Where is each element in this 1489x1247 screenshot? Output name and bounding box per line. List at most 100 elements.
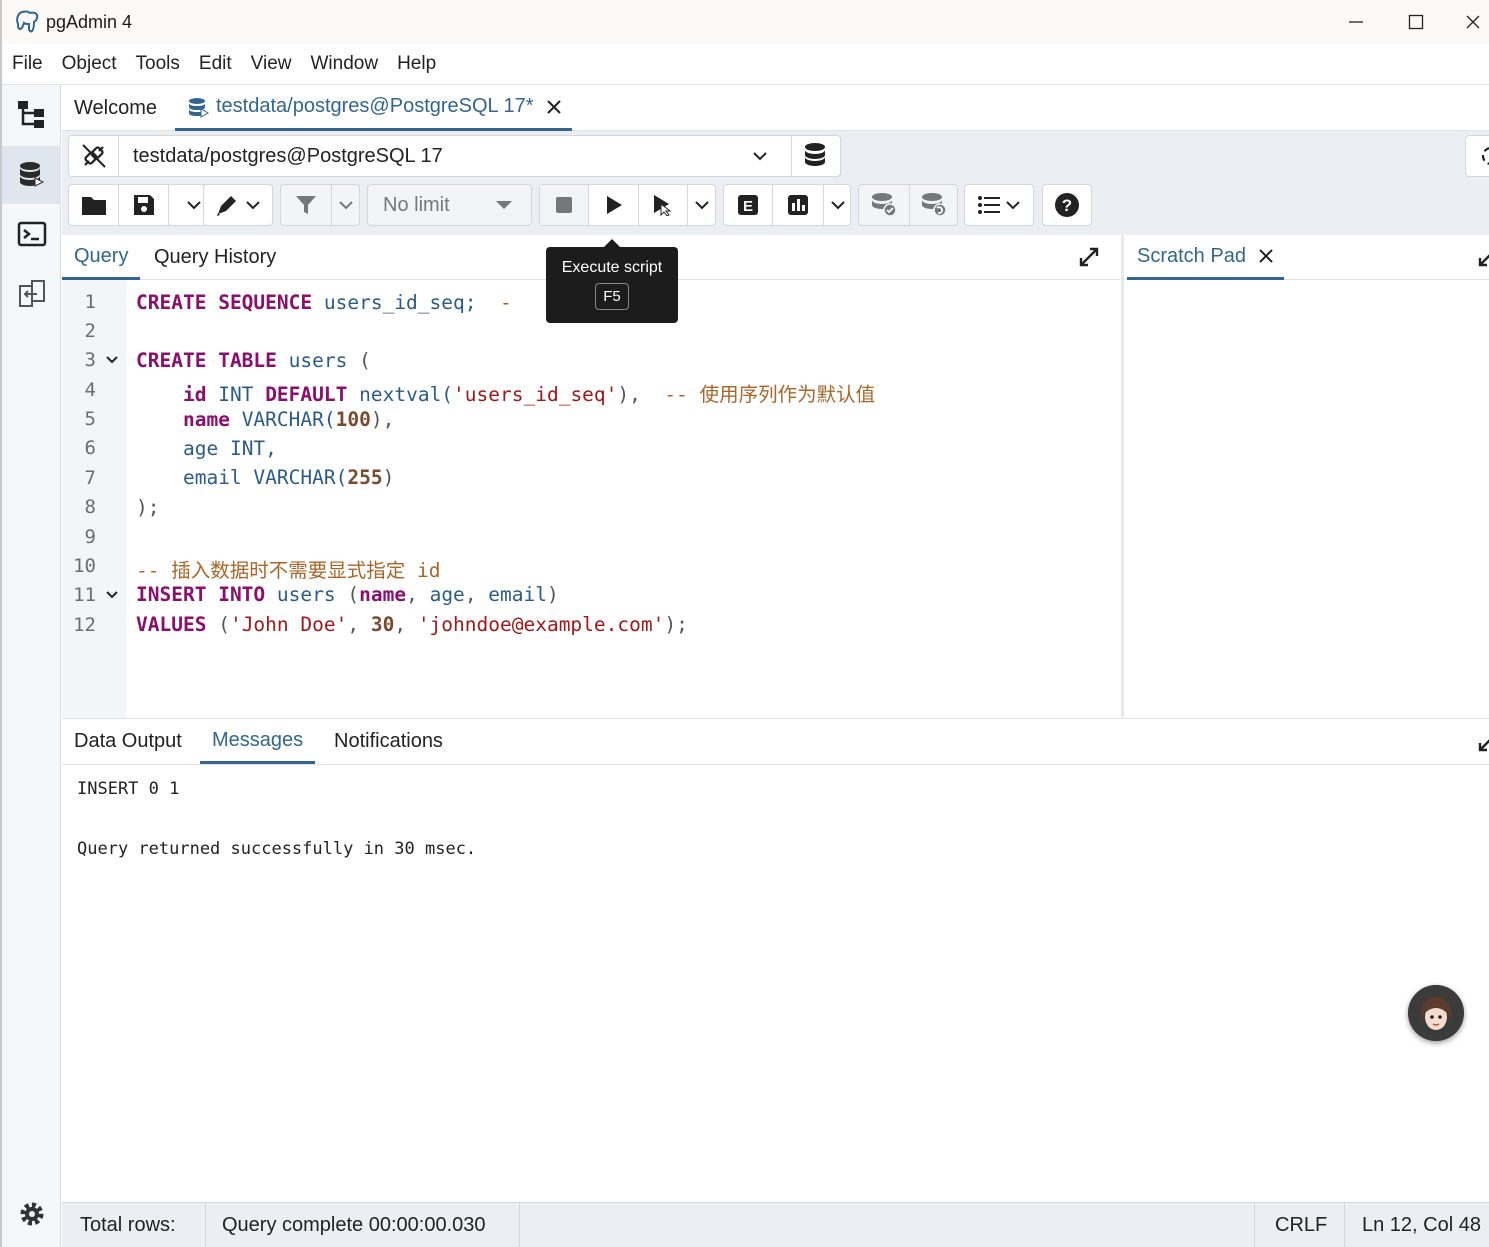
filter-dropdown[interactable] [332,185,360,225]
explain-group: E [723,184,851,226]
title-bar: pgAdmin 4 [2,0,1489,44]
line-number: 11 [73,584,96,606]
rollback-icon [922,193,947,217]
explain-button[interactable]: E [724,185,772,225]
menu-help[interactable]: Help [397,53,436,75]
line-number: 3 [84,349,96,371]
tab-data-output[interactable]: Data Output [62,719,194,764]
query-toolbar: testdata/postgres@PostgreSQL 17 No limit… [62,131,1489,235]
refresh-button[interactable] [1465,135,1489,177]
minimize-button[interactable] [1326,0,1386,44]
stop-button[interactable] [540,185,588,225]
save-icon [133,195,154,215]
line-number: 5 [84,408,96,430]
psql-tool-button[interactable] [2,205,61,263]
object-explorer-button[interactable] [2,85,61,143]
menu-file[interactable]: File [12,53,43,75]
tab-notifications[interactable]: Notifications [322,719,455,764]
execute-group [539,184,716,226]
assistant-avatar[interactable] [1408,985,1464,1041]
chevron-down-icon [339,201,353,210]
file-group [68,184,219,226]
commit-icon [872,193,897,217]
tab-messages[interactable]: Messages [200,719,316,764]
code-line-11: INSERT INTO users (name, age, email) [136,583,559,606]
close-icon[interactable] [1258,248,1274,264]
message-result: INSERT 0 1 [77,779,180,799]
chevron-down-icon [1006,201,1020,210]
filter-group [280,184,360,226]
tab-welcome[interactable]: Welcome [74,85,157,131]
line-number: 1 [84,291,96,313]
expand-icon[interactable] [1477,246,1489,268]
query-tool-nav-button[interactable] [2,146,61,204]
scratch-pad-panel: Scratch Pad [1127,235,1489,718]
explain-options-dropdown[interactable] [824,185,851,225]
scratch-tabs: Scratch Pad [1127,235,1489,280]
chart-bar-icon [788,195,808,215]
tab-query-tool[interactable]: testdata/postgres@PostgreSQL 17* [175,85,572,131]
open-file-button[interactable] [69,185,118,225]
format-dropdown[interactable] [964,184,1034,226]
menu-object[interactable]: Object [62,53,117,75]
scratch-pad-textarea[interactable] [1127,281,1489,718]
database-icon [19,162,44,187]
connection-selected: testdata/postgres@PostgreSQL 17 [133,144,443,167]
settings-button[interactable] [2,1185,61,1243]
connection-selector[interactable]: testdata/postgres@PostgreSQL 17 [68,135,841,177]
close-tab-icon[interactable] [546,99,562,115]
code-line-12: VALUES ('John Doe', 30, 'johndoe@example… [136,613,688,636]
chevron-down-icon [246,201,260,210]
filter-button[interactable] [281,185,331,225]
play-icon [606,196,622,214]
left-sidebar [2,85,61,1247]
fold-chevron-icon[interactable] [105,352,119,368]
expand-icon[interactable] [1078,246,1100,268]
limit-select[interactable]: No limit [367,184,532,226]
menu-window[interactable]: Window [311,53,379,75]
execute-options-dropdown[interactable] [688,185,716,225]
commit-button[interactable] [859,185,909,225]
code-line-3: CREATE TABLE users ( [136,349,371,372]
tab-query-label: Query [74,244,129,267]
execute-query-button[interactable] [639,185,687,225]
menu-edit[interactable]: Edit [199,53,232,75]
expand-icon[interactable] [1477,731,1489,753]
main-area: Welcome testdata/postgres@PostgreSQL 17* [62,85,1489,1247]
close-window-button[interactable] [1454,0,1489,44]
chevron-down-icon [830,201,845,210]
help-button[interactable]: ? [1042,184,1092,226]
code-line-4: id INT DEFAULT nextval('users_id_seq'), … [182,383,876,406]
schema-diff-button[interactable] [2,265,61,323]
line-number: 2 [84,320,96,342]
rollback-button[interactable] [910,185,958,225]
limit-value: No limit [383,193,450,216]
code-line-8: ); [136,496,160,519]
line-number: 4 [84,379,96,401]
tab-query-history[interactable]: Query History [142,235,288,280]
menu-view[interactable]: View [251,53,292,75]
line-number: 6 [84,437,96,459]
edit-dropdown[interactable] [203,184,273,226]
total-rows: Total rows: [80,1213,176,1236]
menu-tools[interactable]: Tools [136,53,180,75]
tab-scratch-pad[interactable]: Scratch Pad [1127,235,1284,280]
maximize-button[interactable] [1386,0,1446,44]
chevron-down-icon [695,201,709,210]
fold-chevron-icon[interactable] [105,587,119,603]
caret-down-icon [496,201,512,209]
execute-script-button[interactable] [589,185,638,225]
scratch-pad-label: Scratch Pad [1137,244,1246,267]
explain-analyze-button[interactable] [773,185,823,225]
results-panel: Data Output Messages Notifications INSER… [62,718,1489,1202]
code-line-1: CREATE SEQUENCE users_id_seq; - [136,291,512,314]
new-connection-icon[interactable] [803,142,829,170]
save-file-button[interactable] [119,185,168,225]
refresh-icon [1481,147,1489,165]
query-status: Query complete 00:00:00.030 [222,1213,486,1236]
connection-status[interactable] [69,136,119,176]
schema-diff-icon [18,280,45,307]
tab-query[interactable]: Query [62,235,141,280]
folder-icon [81,197,106,215]
stop-icon [556,197,572,213]
